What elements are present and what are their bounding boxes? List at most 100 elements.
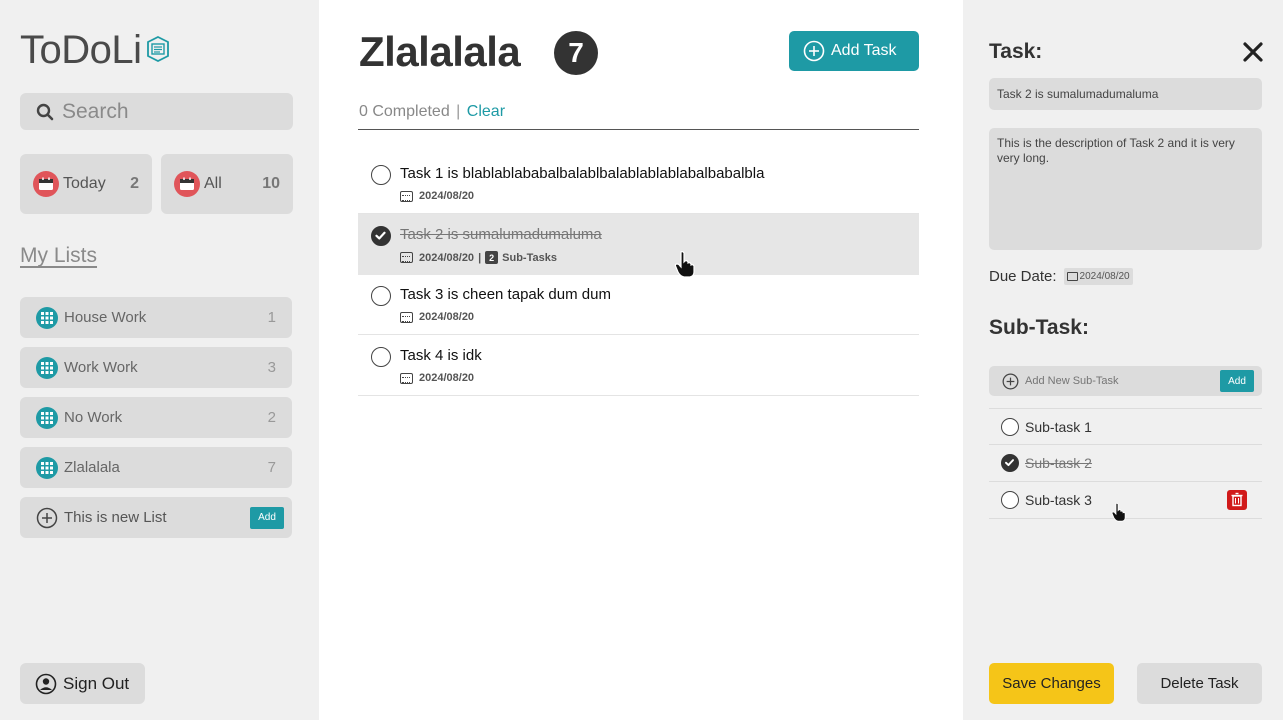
task-row[interactable]: Task 1 is blablablababalbalablbalablabla…	[358, 153, 919, 214]
task-checkbox-checked[interactable]	[371, 226, 391, 246]
search-input[interactable]	[62, 99, 282, 124]
task-row[interactable]: Task 4 is idk 2024/08/20	[358, 335, 919, 396]
subtask-checkbox-checked[interactable]	[1001, 454, 1019, 472]
plus-circle-icon	[36, 507, 58, 528]
smart-list-today[interactable]: Today 2	[20, 154, 152, 214]
task-date: 2024/08/20	[419, 372, 475, 384]
calendar-icon	[33, 171, 59, 197]
sign-out-label: Sign Out	[63, 673, 130, 693]
save-changes-button[interactable]: Save Changes	[989, 663, 1114, 704]
task-row-selected[interactable]: Task 2 is sumalumadumaluma 2024/08/20 | …	[358, 214, 919, 278]
close-icon[interactable]	[1241, 40, 1265, 64]
task-date: 2024/08/20	[419, 251, 475, 264]
calendar-icon	[1066, 272, 1078, 281]
subtask-name: Sub-task 1	[1025, 418, 1092, 435]
task-meta: 2024/08/20 | 2 Sub-Tasks	[400, 251, 557, 264]
search-icon	[36, 103, 54, 120]
list-label: No Work	[64, 409, 123, 426]
list-count: 7	[267, 459, 276, 476]
grid-icon	[36, 306, 58, 329]
add-task-button[interactable]: Add Task	[789, 31, 919, 71]
list-item-no-work[interactable]: No Work 2	[20, 397, 292, 438]
task-checkbox[interactable]	[371, 347, 391, 367]
subtask-checkbox[interactable]	[1001, 491, 1019, 509]
calendar-icon	[400, 311, 413, 323]
smart-list-label: All	[204, 175, 222, 192]
calendar-icon	[174, 171, 200, 197]
user-circle-icon	[35, 673, 57, 694]
due-date-label: Due Date:	[989, 268, 1057, 285]
plus-circle-icon	[803, 40, 825, 62]
subtask-label: Sub-Tasks	[502, 251, 557, 264]
task-name-field[interactable]	[989, 78, 1262, 110]
smart-list-all[interactable]: All 10	[161, 154, 293, 214]
subtask-count-badge: 2	[485, 251, 499, 264]
list-label: House Work	[64, 309, 147, 326]
main-panel: Zlalalala 7 Add Task 0 Completed | Clear…	[319, 0, 963, 720]
subtask-name: Sub-task 2	[1025, 455, 1092, 471]
due-date-row: Due Date: 2024/08/20	[989, 268, 1133, 285]
list-item-work-work[interactable]: Work Work 3	[20, 347, 292, 388]
task-description-field[interactable]: This is the description of Task 2 and it…	[989, 128, 1262, 250]
subtask-row[interactable]: Sub-task 2	[989, 445, 1262, 482]
clear-completed-link[interactable]: Clear	[467, 103, 505, 120]
add-list-button[interactable]: Add	[250, 506, 284, 529]
task-date: 2024/08/20	[419, 190, 475, 202]
add-subtask-button[interactable]: Add	[1220, 370, 1254, 392]
completed-count: 0 Completed	[359, 103, 450, 120]
task-checkbox[interactable]	[371, 165, 391, 185]
search-box[interactable]	[20, 93, 293, 130]
smart-list-count: 10	[262, 175, 280, 192]
calendar-icon	[400, 252, 413, 263]
hand-cursor-icon	[1111, 502, 1126, 522]
add-subtask-row: Add	[989, 366, 1262, 396]
task-meta: 2024/08/20	[400, 190, 474, 202]
subtask-heading: Sub-Task:	[989, 316, 1089, 339]
task-row[interactable]: Task 3 is cheen tapak dum dum 2024/08/20	[358, 274, 919, 335]
due-date-value[interactable]: 2024/08/20	[1063, 268, 1133, 285]
sign-out-button[interactable]: Sign Out	[20, 663, 145, 704]
task-name: Task 3 is cheen tapak dum dum	[400, 286, 611, 303]
my-lists-heading[interactable]: My Lists	[20, 244, 97, 268]
task-checkbox[interactable]	[371, 286, 391, 306]
calendar-icon	[400, 372, 413, 384]
notes-logo-icon	[146, 35, 169, 62]
app-logo: ToDoLi	[20, 28, 172, 73]
task-name: Task 4 is idk	[400, 347, 482, 364]
delete-subtask-trash-icon[interactable]	[1227, 490, 1247, 510]
task-count-badge: 7	[554, 31, 598, 75]
task-date: 2024/08/20	[419, 311, 475, 323]
list-item-zlalalala[interactable]: Zlalalala 7	[20, 447, 292, 488]
list-label: Work Work	[64, 359, 138, 376]
logo-text: ToDoLi	[20, 28, 142, 72]
task-name: Task 1 is blablablababalbalablbalablabla…	[400, 165, 765, 182]
detail-heading: Task:	[989, 40, 1043, 63]
subtask-row[interactable]: Sub-task 3	[989, 482, 1262, 522]
sidebar: ToDoLi Today 2 All 10 My Lists House	[0, 0, 319, 720]
subtask-name: Sub-task 3	[1025, 492, 1092, 508]
meta-separator: |	[478, 251, 482, 264]
completed-bar: 0 Completed | Clear	[359, 103, 505, 121]
grid-icon	[36, 356, 58, 379]
checkmark-icon	[1005, 459, 1014, 467]
task-meta: 2024/08/20	[400, 311, 474, 323]
delete-task-button[interactable]: Delete Task	[1137, 663, 1262, 704]
list-title: Zlalalala	[359, 28, 521, 75]
add-subtask-input[interactable]	[1025, 375, 1215, 387]
list-item-house-work[interactable]: House Work 1	[20, 297, 292, 338]
checkmark-icon	[375, 231, 386, 240]
new-list-input[interactable]	[64, 509, 234, 526]
calendar-icon	[400, 190, 413, 202]
divider	[358, 129, 919, 130]
subtask-row[interactable]: Sub-task 1	[989, 408, 1262, 445]
list-count: 3	[267, 359, 276, 376]
grid-icon	[36, 406, 58, 429]
task-detail-panel: Task: This is the description of Task 2 …	[963, 0, 1283, 720]
subtask-checkbox[interactable]	[1001, 417, 1019, 436]
list-label: Zlalalala	[64, 459, 120, 476]
task-name: Task 2 is sumalumadumaluma	[400, 226, 602, 243]
new-list-row: Add	[20, 497, 292, 538]
list-count: 2	[267, 409, 276, 426]
plus-circle-icon	[1002, 373, 1019, 389]
smart-list-label: Today	[63, 175, 106, 192]
